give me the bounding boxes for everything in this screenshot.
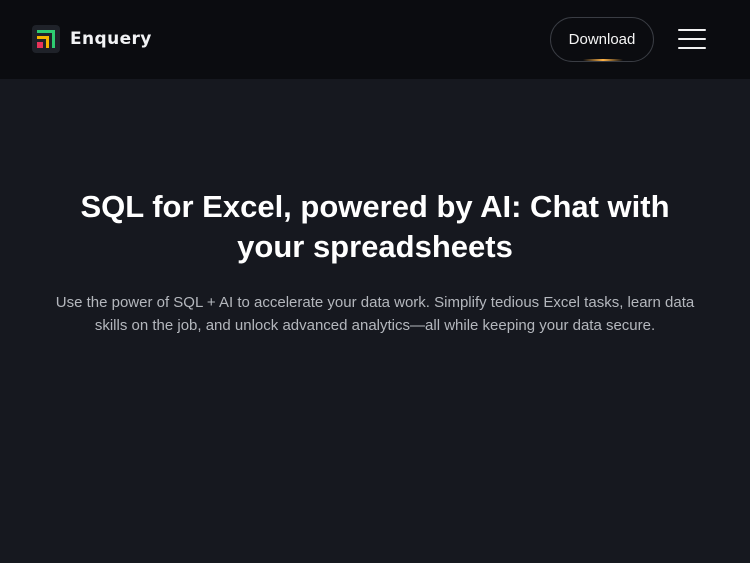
hero-title: SQL for Excel, powered by AI: Chat with … (80, 189, 670, 264)
button-glow-accent (583, 59, 623, 61)
menu-line (678, 47, 706, 49)
menu-line (678, 29, 706, 31)
download-button[interactable]: Download (550, 17, 654, 62)
menu-line (678, 38, 706, 40)
top-navigation-bar: Enquery Download (0, 0, 750, 79)
brand-name: Enquery (70, 29, 152, 49)
brand-link[interactable]: Enquery (32, 25, 152, 53)
hamburger-menu-icon[interactable] (676, 26, 708, 52)
enquery-logo-icon (32, 25, 60, 53)
download-button-label: Download (568, 31, 636, 48)
hero-subtitle: Use the power of SQL + AI to accelerate … (55, 294, 695, 334)
hero-section: SQL for Excel, powered by AI: Chat with … (0, 79, 750, 563)
